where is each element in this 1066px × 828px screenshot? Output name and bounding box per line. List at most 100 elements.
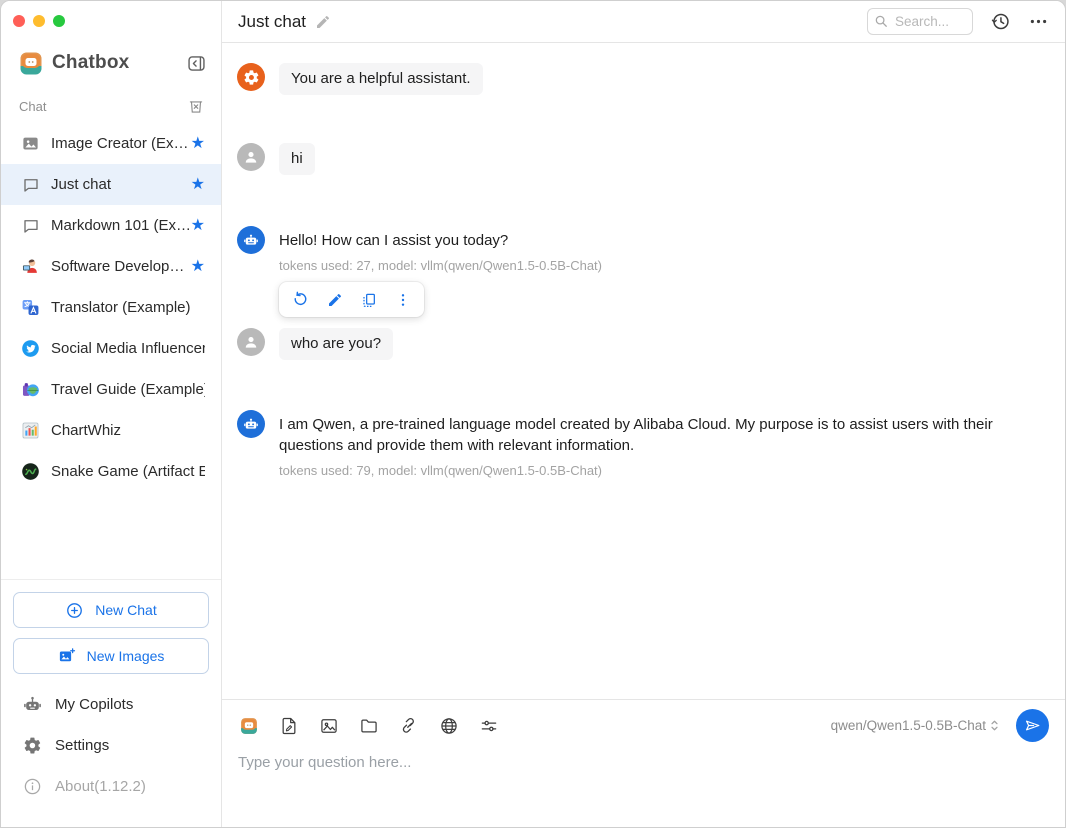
- technologist-icon: [21, 257, 40, 276]
- new-images-label: New Images: [87, 648, 165, 664]
- sidebar-item-label: Software Develop…: [51, 258, 184, 275]
- history-icon[interactable]: [990, 11, 1011, 32]
- robot-icon: [23, 695, 42, 714]
- assistant-robot-avatar: [237, 226, 265, 254]
- twitter-icon: [21, 339, 40, 358]
- new-chat-label: New Chat: [95, 602, 156, 618]
- message-meta: tokens used: 27, model: vllm(qwen/Qwen1.…: [279, 258, 602, 273]
- chat-section-label: Chat: [19, 99, 46, 114]
- sidebar-item-label: Image Creator (Ex…: [51, 135, 189, 152]
- travel-globe-icon: [21, 380, 40, 399]
- zoom-window-button[interactable]: [53, 15, 65, 27]
- send-plane-icon: [1023, 716, 1042, 735]
- sidebar-item-just-chat[interactable]: Just chat ★: [1, 164, 221, 205]
- message-assistant: I am Qwen, a pre-trained language model …: [237, 410, 1041, 478]
- new-images-button[interactable]: New Images: [13, 638, 209, 674]
- sidebar-item-label: Snake Game (Artifact E…: [51, 463, 205, 480]
- message-text: I am Qwen, a pre-trained language model …: [279, 410, 1041, 456]
- sidebar-item-translator[interactable]: Translator (Example): [1, 287, 221, 328]
- message-meta: tokens used: 79, model: vllm(qwen/Qwen1.…: [279, 463, 1041, 478]
- clear-conversations-icon[interactable]: [187, 97, 205, 115]
- unfold-chevrons-icon: [986, 717, 1003, 734]
- sidebar-item-label: ChartWhiz: [51, 422, 121, 439]
- sidebar-item-travel-guide[interactable]: Travel Guide (Example): [1, 369, 221, 410]
- my-copilots-item[interactable]: My Copilots: [13, 684, 209, 725]
- star-icon[interactable]: ★: [191, 136, 205, 152]
- star-icon[interactable]: ★: [191, 177, 205, 193]
- message-toolbar: [279, 282, 424, 317]
- user-avatar: [237, 143, 265, 171]
- chat-bubble-icon: [21, 216, 40, 235]
- star-icon[interactable]: ★: [191, 218, 205, 234]
- sidebar-item-label: Travel Guide (Example): [51, 381, 205, 398]
- sidebar-item-chartwhiz[interactable]: ChartWhiz: [1, 410, 221, 451]
- app-title: Chatbox: [52, 52, 129, 74]
- settings-label: Settings: [55, 737, 109, 754]
- message-system: You are a helpful assistant.: [237, 63, 1041, 95]
- collapse-sidebar-icon[interactable]: [185, 52, 207, 74]
- edit-title-pencil-icon[interactable]: [315, 14, 331, 30]
- web-browsing-globe-icon[interactable]: [438, 715, 459, 736]
- user-avatar: [237, 328, 265, 356]
- message-user: who are you?: [237, 328, 1041, 360]
- translate-icon: [21, 298, 40, 317]
- chat-title: Just chat: [238, 12, 306, 32]
- window-controls: [1, 1, 221, 27]
- about-item[interactable]: About(1.12.2): [13, 766, 209, 807]
- more-vert-icon[interactable]: [394, 291, 411, 308]
- my-copilots-label: My Copilots: [55, 696, 133, 713]
- search-icon: [874, 14, 888, 28]
- sidebar-item-image-creator[interactable]: Image Creator (Ex… ★: [1, 123, 221, 164]
- attach-image-icon[interactable]: [318, 715, 339, 736]
- model-name: qwen/Qwen1.5-0.5B-Chat: [831, 718, 986, 733]
- message-list: You are a helpful assistant. hi: [222, 43, 1065, 699]
- send-button[interactable]: [1016, 709, 1049, 742]
- chatbox-logo-icon: [19, 51, 43, 75]
- chatbox-mini-logo-icon[interactable]: [238, 715, 259, 736]
- close-window-button[interactable]: [13, 15, 25, 27]
- model-selector[interactable]: qwen/Qwen1.5-0.5B-Chat: [831, 717, 1003, 734]
- message-text: You are a helpful assistant.: [279, 63, 483, 95]
- image-icon: [21, 134, 40, 153]
- message-text: hi: [279, 143, 315, 175]
- star-icon[interactable]: ★: [191, 259, 205, 275]
- sidebar-item-software-developer[interactable]: Software Develop… ★: [1, 246, 221, 287]
- conversation-list: Image Creator (Ex… ★ Just chat ★: [1, 123, 221, 492]
- sidebar-item-label: Markdown 101 (Ex…: [51, 217, 191, 234]
- quote-file-icon[interactable]: [278, 715, 299, 736]
- snake-game-icon: [21, 462, 40, 481]
- message-assistant: Hello! How can I assist you today? token…: [237, 226, 1041, 317]
- message-text: Hello! How can I assist you today?: [279, 226, 602, 251]
- about-label: About(1.12.2): [55, 778, 146, 795]
- sidebar-item-label: Just chat: [51, 176, 111, 193]
- attach-file-folder-icon[interactable]: [358, 715, 379, 736]
- sidebar-item-label: Social Media Influencer …: [51, 340, 205, 357]
- message-input[interactable]: [238, 754, 1049, 814]
- regenerate-icon[interactable]: [292, 291, 309, 308]
- search-box: [867, 8, 973, 35]
- more-options-icon[interactable]: [1028, 11, 1049, 32]
- new-chat-button[interactable]: New Chat: [13, 592, 209, 628]
- info-icon: [23, 777, 42, 796]
- sidebar-item-markdown-101[interactable]: Markdown 101 (Ex… ★: [1, 205, 221, 246]
- minimize-window-button[interactable]: [33, 15, 45, 27]
- app-window: Chatbox Chat: [0, 0, 1066, 828]
- copy-icon[interactable]: [360, 291, 377, 308]
- system-gear-avatar: [237, 63, 265, 91]
- bar-chart-icon: [21, 421, 40, 440]
- message-user: hi: [237, 143, 1041, 175]
- plus-circle-icon: [65, 601, 84, 620]
- chat-panel: Just chat: [222, 1, 1065, 827]
- message-text: who are you?: [279, 328, 393, 360]
- settings-item[interactable]: Settings: [13, 725, 209, 766]
- edit-message-icon[interactable]: [326, 291, 343, 308]
- settings-sliders-icon[interactable]: [478, 715, 499, 736]
- sidebar-item-label: Translator (Example): [51, 299, 190, 316]
- sidebar: Chatbox Chat: [1, 1, 222, 827]
- sidebar-item-snake-game[interactable]: Snake Game (Artifact E…: [1, 451, 221, 492]
- sidebar-item-social-media-influencer[interactable]: Social Media Influencer …: [1, 328, 221, 369]
- gear-icon: [23, 736, 42, 755]
- new-image-icon: [58, 647, 76, 665]
- attach-link-icon[interactable]: [398, 715, 419, 736]
- assistant-robot-avatar: [237, 410, 265, 438]
